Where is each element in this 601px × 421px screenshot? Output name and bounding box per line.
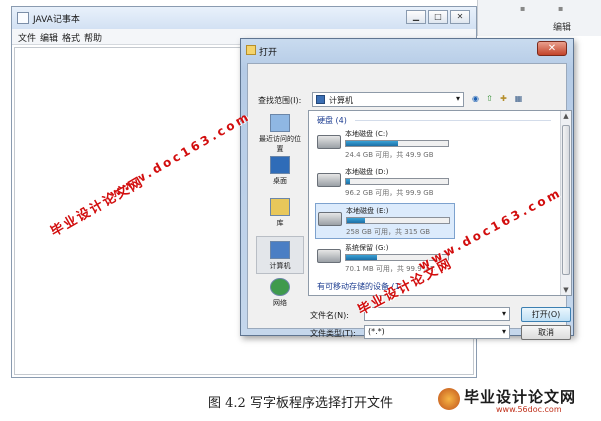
place-label: 桌面 (273, 177, 287, 185)
background-icon: ▪ (520, 4, 526, 13)
menu-file[interactable]: 文件 (18, 31, 36, 44)
dialog-close-button[interactable]: ✕ (537, 41, 567, 56)
drive-item-selected[interactable]: 本地磁盘 (E:) 258 GB 可用，共 315 GB (315, 203, 455, 239)
look-in-value: 计算机 (329, 96, 353, 105)
recent-places-icon (270, 114, 290, 132)
network-icon (270, 278, 290, 296)
site-logo: 毕业设计论文网 www.56doc.com (438, 384, 598, 418)
hard-drive-icon (317, 249, 341, 263)
drive-name: 系统保留 (G:) (345, 244, 389, 252)
chevron-down-icon[interactable]: ▾ (502, 327, 506, 336)
look-in-combo[interactable]: 计算机 ▾ (312, 92, 464, 107)
drive-usage-bar (345, 178, 449, 185)
drive-name: 本地磁盘 (E:) (346, 207, 389, 215)
close-button[interactable]: ✕ (450, 10, 470, 24)
place-desktop[interactable]: 桌面 (256, 156, 304, 186)
logo-url: www.56doc.com (496, 405, 562, 414)
group-header-hdd[interactable]: 硬盘 (4) (317, 115, 347, 126)
place-label: 计算机 (269, 262, 291, 270)
minimize-button[interactable]: ▁ (406, 10, 426, 24)
menu-edit[interactable]: 编辑 (40, 31, 58, 44)
background-icon: ▪ (558, 4, 564, 13)
notepad-title: JAVA记事本 (33, 15, 80, 25)
place-label: 最近访问的位置 (259, 135, 301, 153)
drive-space-info: 96.2 GB 可用，共 99.9 GB (345, 189, 434, 197)
drive-usage-fill (347, 218, 366, 223)
file-type-value: (*.*) (368, 327, 385, 336)
drive-item[interactable]: 本地磁盘 (C:) 24.4 GB 可用，共 49.9 GB (315, 127, 455, 163)
look-in-label: 查找范围(I): (258, 96, 302, 105)
place-label: 库 (276, 219, 284, 227)
maximize-button[interactable]: □ (428, 10, 448, 24)
place-label: 网络 (273, 299, 287, 307)
background-edit-label: 编辑 (553, 23, 572, 33)
hard-drive-icon (317, 173, 341, 187)
chevron-down-icon: ▾ (455, 94, 460, 103)
place-recent[interactable]: 最近访问的位置 (256, 114, 304, 154)
file-name-input[interactable]: ▾ (364, 307, 510, 321)
logo-emblem-icon (438, 388, 460, 410)
scrollbar[interactable]: ▲ ▼ (560, 111, 571, 295)
drive-usage-bar (346, 217, 450, 224)
drive-space-info: 258 GB 可用，共 315 GB (346, 228, 431, 236)
scroll-down-icon[interactable]: ▼ (561, 286, 571, 294)
view-menu-icon[interactable]: ▦ (513, 93, 524, 104)
drive-usage-bar (345, 140, 449, 147)
app-icon (17, 12, 29, 24)
scroll-up-icon[interactable]: ▲ (561, 112, 571, 120)
dialog-title: 打开 (259, 48, 278, 58)
chevron-down-icon[interactable]: ▾ (502, 309, 506, 318)
cancel-button[interactable]: 取消 (521, 325, 571, 340)
place-libraries[interactable]: 库 (256, 198, 304, 228)
drive-usage-fill (346, 179, 351, 184)
folder-icon (246, 45, 256, 55)
libraries-icon (270, 198, 290, 216)
logo-name: 毕业设计论文网 (464, 388, 577, 406)
back-icon[interactable]: ◉ (470, 93, 481, 104)
up-folder-icon[interactable]: ⇧ (484, 93, 495, 104)
place-network[interactable]: 网络 (256, 278, 304, 308)
menu-help[interactable]: 帮助 (84, 31, 102, 44)
drive-item[interactable]: 本地磁盘 (D:) 96.2 GB 可用，共 99.9 GB (315, 165, 455, 201)
new-folder-icon[interactable]: ✚ (498, 93, 509, 104)
desktop-icon (270, 156, 290, 174)
computer-icon (316, 95, 325, 104)
place-computer[interactable]: 计算机 (256, 236, 304, 274)
drive-usage-fill (346, 255, 377, 260)
scroll-thumb[interactable] (562, 125, 570, 275)
hard-drive-icon (317, 135, 341, 149)
file-type-select[interactable]: (*.*) ▾ (364, 325, 510, 339)
file-type-label: 文件类型(T): (310, 329, 356, 338)
computer-icon (270, 241, 290, 259)
menu-format[interactable]: 格式 (62, 31, 80, 44)
open-button[interactable]: 打开(O) (521, 307, 571, 322)
drive-usage-fill (346, 141, 399, 146)
divider (355, 120, 551, 121)
notepad-title-bar[interactable]: JAVA记事本 ▁ □ ✕ (12, 7, 476, 29)
hard-drive-icon (318, 212, 342, 226)
file-name-label: 文件名(N): (310, 311, 349, 320)
drive-name: 本地磁盘 (C:) (345, 130, 388, 138)
drive-space-info: 24.4 GB 可用，共 49.9 GB (345, 151, 434, 159)
background-window: ▪ ▪ 编辑 (477, 0, 601, 36)
drive-name: 本地磁盘 (D:) (345, 168, 389, 176)
